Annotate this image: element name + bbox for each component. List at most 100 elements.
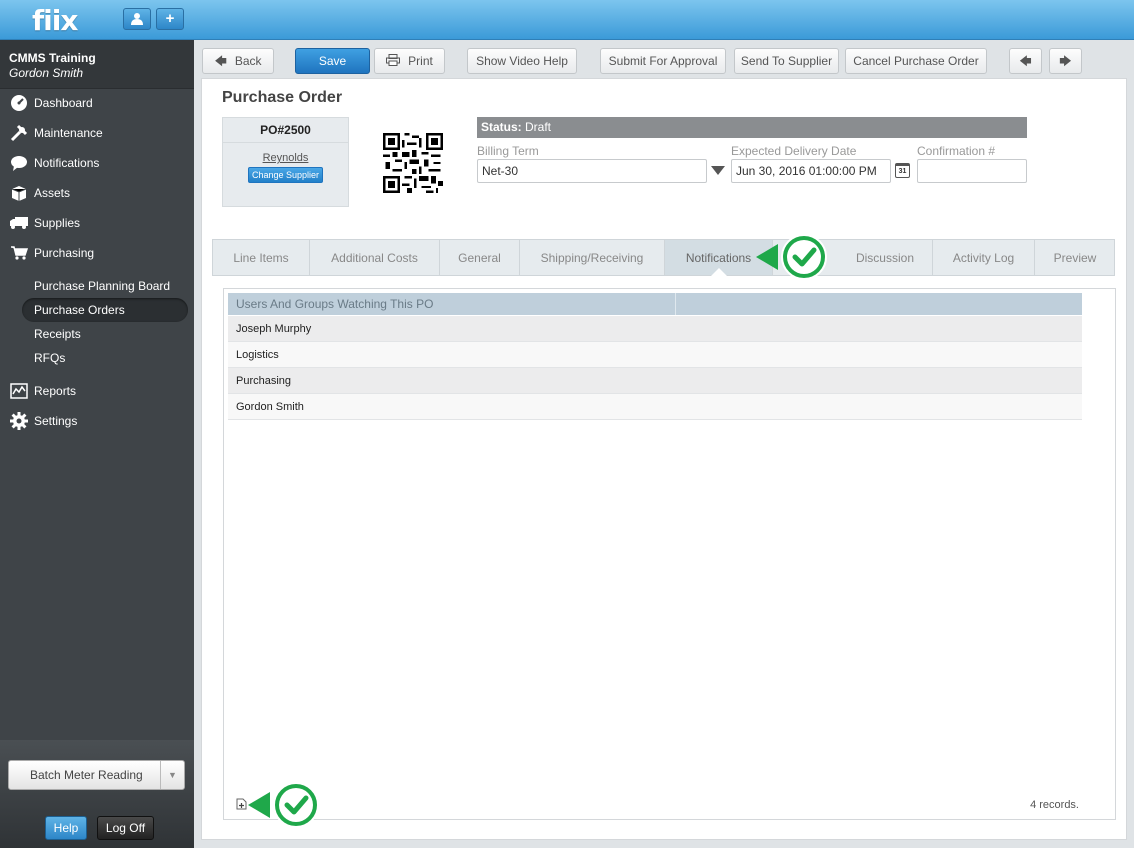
sidebar-subitem-label: Purchase Planning Board <box>34 279 171 293</box>
save-button[interactable]: Save <box>295 48 370 74</box>
tab-general[interactable]: General <box>440 240 520 275</box>
sidebar-item-label: Purchasing <box>34 246 95 260</box>
tab-preview[interactable]: Preview <box>1035 240 1115 275</box>
user-name: Gordon Smith <box>9 66 84 80</box>
chevron-down-icon[interactable]: ▼ <box>160 761 184 789</box>
printer-icon <box>386 54 401 68</box>
supplier-link[interactable]: Reynolds <box>223 152 348 164</box>
column-header-watchers[interactable]: Users And Groups Watching This PO <box>228 293 676 315</box>
sidebar-item-purchase-orders[interactable]: Purchase Orders <box>22 298 188 322</box>
watchers-grid: Users And Groups Watching This PO Joseph… <box>223 288 1116 820</box>
wrench-icon <box>9 124 29 142</box>
sidebar-item-rfqs[interactable]: RFQs <box>22 346 188 370</box>
arrow-left-icon: 🡄 <box>214 54 227 68</box>
send-to-supplier-button[interactable]: Send To Supplier <box>734 48 839 74</box>
status-label: Status: <box>481 120 522 134</box>
qr-code <box>383 133 443 193</box>
billing-term-label: Billing Term <box>477 144 539 158</box>
sidebar-item-receipts[interactable]: Receipts <box>22 322 188 346</box>
sidebar-subitem-label: Purchase Orders <box>34 303 125 317</box>
tab-additional-costs[interactable]: Additional Costs <box>310 240 440 275</box>
submit-for-approval-button[interactable]: Submit For Approval <box>600 48 726 74</box>
table-row[interactable]: Purchasing <box>228 368 1082 394</box>
help-button[interactable]: Help <box>45 816 87 840</box>
organization-name: CMMS Training <box>9 51 96 65</box>
fiix-logo[interactable]: fiix <box>32 4 78 37</box>
change-supplier-button[interactable]: Change Supplier <box>248 167 323 183</box>
cancel-purchase-order-button[interactable]: Cancel Purchase Order <box>845 48 987 74</box>
sidebar-item-label: Notifications <box>34 156 100 170</box>
record-count: 4 records. <box>1030 799 1079 811</box>
expected-delivery-date-label: Expected Delivery Date <box>731 144 857 158</box>
dashboard-icon <box>9 94 29 112</box>
truck-icon <box>9 214 29 232</box>
gear-icon <box>9 412 29 430</box>
status-value: Draft <box>525 120 552 134</box>
print-label: Print <box>408 54 433 68</box>
sidebar-item-notifications[interactable]: Notifications <box>0 148 194 178</box>
sidebar-subitem-label: RFQs <box>34 351 66 365</box>
batch-meter-reading-button[interactable]: Batch Meter Reading ▼ <box>8 760 185 790</box>
confirmation-number-input[interactable] <box>917 159 1027 183</box>
checkmark-callout-icon <box>756 234 827 280</box>
billing-term-select[interactable]: Net-30 <box>477 159 707 183</box>
sidebar-footer: Batch Meter Reading ▼ Help Log Off <box>0 740 194 848</box>
arrow-right-icon: 🡆 <box>1059 54 1072 68</box>
previous-record-button[interactable]: 🡄 <box>1009 48 1042 74</box>
back-label: Back <box>234 54 262 68</box>
user-menu-button[interactable] <box>123 8 151 30</box>
tab-activity-log[interactable]: Activity Log <box>933 240 1035 275</box>
tab-line-items[interactable]: Line Items <box>213 240 310 275</box>
sidebar-item-purchasing[interactable]: Purchasing <box>0 238 194 268</box>
batch-meter-reading-label: Batch Meter Reading <box>30 768 143 782</box>
sidebar-item-assets[interactable]: Assets <box>0 178 194 208</box>
sidebar: CMMS Training Gordon Smith Dashboard Mai… <box>0 40 194 848</box>
toolbar: 🡄 Back Save Print Show Video Help Submit … <box>194 40 1134 80</box>
sidebar-item-label: Maintenance <box>34 126 103 140</box>
arrow-left-icon: 🡄 <box>1019 54 1032 68</box>
print-button[interactable]: Print <box>374 48 445 74</box>
log-off-button[interactable]: Log Off <box>97 816 154 840</box>
checkmark-callout-icon <box>248 782 319 828</box>
tab-bar: Line Items Additional Costs General Ship… <box>212 239 1115 276</box>
sidebar-item-label: Reports <box>34 384 77 398</box>
page-title: Purchase Order <box>222 89 343 106</box>
add-record-icon[interactable] <box>236 798 248 810</box>
sidebar-item-purchase-planning-board[interactable]: Purchase Planning Board <box>22 274 188 298</box>
table-row[interactable]: Logistics <box>228 342 1082 368</box>
tab-shipping-receiving[interactable]: Shipping/Receiving <box>520 240 665 275</box>
sidebar-item-label: Supplies <box>34 216 81 230</box>
plus-icon: + <box>165 10 175 27</box>
show-video-help-button[interactable]: Show Video Help <box>467 48 577 74</box>
user-icon <box>131 13 143 25</box>
purchase-order-panel: Purchase Order PO#2500 Reynolds Change S… <box>201 78 1127 840</box>
table-row[interactable]: Joseph Murphy <box>228 316 1082 342</box>
next-record-button[interactable]: 🡆 <box>1049 48 1082 74</box>
box-icon <box>9 184 29 202</box>
sidebar-item-maintenance[interactable]: Maintenance <box>0 118 194 148</box>
chevron-down-icon[interactable] <box>711 166 725 175</box>
sidebar-header: CMMS Training Gordon Smith <box>0 40 194 89</box>
table-row[interactable]: Gordon Smith <box>228 394 1082 420</box>
speech-bubble-icon <box>9 154 29 172</box>
confirmation-number-label: Confirmation # <box>917 144 996 158</box>
po-summary-card: PO#2500 Reynolds Change Supplier <box>222 117 349 207</box>
sidebar-subitem-label: Receipts <box>34 327 81 341</box>
status-bar: Status: Draft <box>477 117 1027 138</box>
sidebar-item-reports[interactable]: Reports <box>0 376 194 406</box>
grid-header: Users And Groups Watching This PO <box>228 293 1082 315</box>
sidebar-item-supplies[interactable]: Supplies <box>0 208 194 238</box>
expected-delivery-date-input[interactable]: Jun 30, 2016 01:00:00 PM <box>731 159 891 183</box>
sidebar-item-settings[interactable]: Settings <box>0 406 194 436</box>
sidebar-item-label: Dashboard <box>34 96 93 110</box>
back-button[interactable]: 🡄 Back <box>202 48 274 74</box>
sidebar-item-dashboard[interactable]: Dashboard <box>0 88 194 118</box>
sidebar-item-label: Assets <box>34 186 71 200</box>
calendar-icon[interactable]: 31 <box>895 163 910 178</box>
add-new-button[interactable]: + <box>156 8 184 30</box>
sidebar-item-label: Settings <box>34 414 78 428</box>
cart-icon <box>9 244 29 262</box>
chart-icon <box>9 382 29 400</box>
po-number: PO#2500 <box>223 118 348 143</box>
top-bar: fiix + <box>0 0 1134 40</box>
